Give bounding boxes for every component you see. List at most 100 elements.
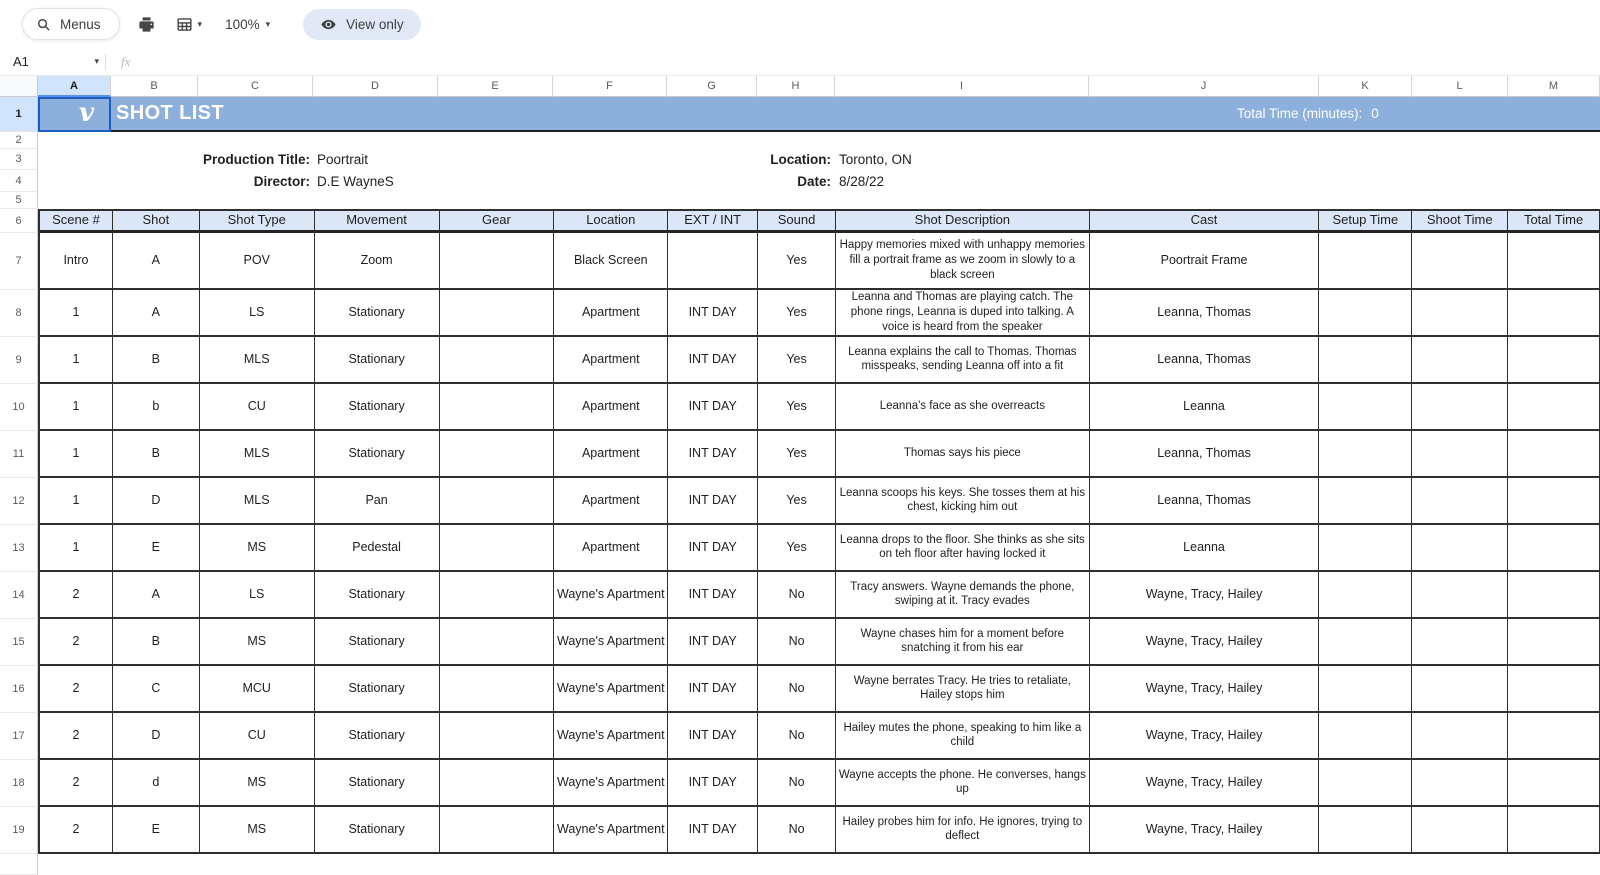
cell-total-time[interactable]: [1508, 233, 1600, 290]
column-header-G[interactable]: G: [667, 76, 757, 97]
row-header-7[interactable]: 7: [0, 233, 38, 290]
cell-cast[interactable]: Leanna, Thomas: [1090, 478, 1320, 525]
cell-location[interactable]: Wayne's Apartment: [554, 619, 668, 666]
row-header-3[interactable]: 3: [0, 149, 38, 170]
cell-gear[interactable]: [440, 431, 555, 478]
cell-shot[interactable]: B: [113, 337, 200, 384]
cell-setup-time[interactable]: [1319, 478, 1412, 525]
column-header-M[interactable]: M: [1508, 76, 1600, 97]
cell-shoot-time[interactable]: [1412, 290, 1508, 337]
cell-ext-int[interactable]: INT DAY: [668, 572, 758, 619]
cell-cast[interactable]: Leanna, Thomas: [1090, 337, 1320, 384]
cell-setup-time[interactable]: [1319, 525, 1412, 572]
row-header-1[interactable]: 1: [0, 97, 38, 132]
cell-location[interactable]: Apartment: [554, 431, 668, 478]
cell-cast[interactable]: Wayne, Tracy, Hailey: [1090, 666, 1320, 713]
cell-shot-type[interactable]: MCU: [200, 666, 315, 713]
cell-movement[interactable]: Pedestal: [315, 525, 440, 572]
cell-shot-type[interactable]: MS: [200, 760, 315, 807]
cell-ext-int[interactable]: INT DAY: [668, 431, 758, 478]
cell-gear[interactable]: [440, 525, 555, 572]
cell-gear[interactable]: [440, 572, 555, 619]
cell-shot-type[interactable]: MLS: [200, 431, 315, 478]
table-header-scene[interactable]: Scene #: [40, 211, 113, 233]
table-header-ext-int[interactable]: EXT / INT: [668, 211, 758, 233]
cell-shot[interactable]: A: [113, 233, 200, 290]
cell-scene[interactable]: 1: [40, 290, 113, 337]
cell-sound[interactable]: Yes: [758, 233, 836, 290]
cell-cast[interactable]: Poortrait Frame: [1090, 233, 1320, 290]
cell-setup-time[interactable]: [1319, 666, 1412, 713]
cell-description[interactable]: Leanna scoops his keys. She tosses them …: [836, 478, 1090, 525]
cell-shoot-time[interactable]: [1412, 525, 1508, 572]
cell-scene[interactable]: 2: [40, 572, 113, 619]
cell-location[interactable]: Wayne's Apartment: [554, 713, 668, 760]
cell-scene[interactable]: 2: [40, 807, 113, 854]
row-header-17[interactable]: 17: [0, 713, 38, 760]
cell-sound[interactable]: Yes: [758, 431, 836, 478]
cell-total-time[interactable]: [1508, 619, 1600, 666]
cell-cast[interactable]: Wayne, Tracy, Hailey: [1090, 572, 1320, 619]
cell-ext-int[interactable]: INT DAY: [668, 807, 758, 854]
cell-setup-time[interactable]: [1319, 619, 1412, 666]
cell-cast[interactable]: Wayne, Tracy, Hailey: [1090, 713, 1320, 760]
cell-description[interactable]: Tracy answers. Wayne demands the phone, …: [836, 572, 1090, 619]
cell-total-time[interactable]: [1508, 478, 1600, 525]
cell-total-time[interactable]: [1508, 572, 1600, 619]
cell-location[interactable]: Apartment: [554, 478, 668, 525]
cell-shot[interactable]: E: [113, 807, 200, 854]
cell-shoot-time[interactable]: [1412, 337, 1508, 384]
column-header-I[interactable]: I: [835, 76, 1089, 97]
column-header-H[interactable]: H: [757, 76, 835, 97]
cell-ext-int[interactable]: [668, 233, 758, 290]
cell-movement[interactable]: Stationary: [315, 431, 440, 478]
cell-total-time[interactable]: [1508, 337, 1600, 384]
cell-description[interactable]: Wayne berrates Tracy. He tries to retali…: [836, 666, 1090, 713]
cell-location[interactable]: Apartment: [554, 290, 668, 337]
cell-location[interactable]: Wayne's Apartment: [554, 760, 668, 807]
cell-scene[interactable]: 1: [40, 431, 113, 478]
cell-description[interactable]: Hailey probes him for info. He ignores, …: [836, 807, 1090, 854]
cell-setup-time[interactable]: [1319, 233, 1412, 290]
row-header-18[interactable]: 18: [0, 760, 38, 807]
table-header-movement[interactable]: Movement: [315, 211, 440, 233]
cell-ext-int[interactable]: INT DAY: [668, 337, 758, 384]
cell-location[interactable]: Apartment: [554, 384, 668, 431]
cell-movement[interactable]: Stationary: [315, 713, 440, 760]
cell-shot[interactable]: B: [113, 431, 200, 478]
row-header-2[interactable]: 2: [0, 132, 38, 149]
cell-shot[interactable]: A: [113, 572, 200, 619]
cell-description[interactable]: Thomas says his piece: [836, 431, 1090, 478]
column-header-E[interactable]: E: [438, 76, 553, 97]
table-header-gear[interactable]: Gear: [440, 211, 555, 233]
cell-shot[interactable]: A: [113, 290, 200, 337]
cell-cast[interactable]: Wayne, Tracy, Hailey: [1090, 619, 1320, 666]
cell-sound[interactable]: No: [758, 713, 836, 760]
cell-ext-int[interactable]: INT DAY: [668, 290, 758, 337]
cell-movement[interactable]: Zoom: [315, 233, 440, 290]
cell-location[interactable]: Black Screen: [554, 233, 668, 290]
cell-total-time[interactable]: [1508, 760, 1600, 807]
cell-ext-int[interactable]: INT DAY: [668, 478, 758, 525]
row-header-4[interactable]: 4: [0, 170, 38, 192]
cell-scene[interactable]: 2: [40, 713, 113, 760]
table-header-cast[interactable]: Cast: [1090, 211, 1320, 233]
cell-movement[interactable]: Stationary: [315, 760, 440, 807]
table-header-total-time[interactable]: Total Time: [1508, 211, 1600, 233]
cell-location[interactable]: Apartment: [554, 337, 668, 384]
row-header-15[interactable]: 15: [0, 619, 38, 666]
director-value[interactable]: D.E WayneS: [317, 171, 394, 193]
cell-cast[interactable]: Wayne, Tracy, Hailey: [1090, 760, 1320, 807]
cell-shot-type[interactable]: LS: [200, 572, 315, 619]
row-header-19[interactable]: 19: [0, 807, 38, 854]
cell-total-time[interactable]: [1508, 713, 1600, 760]
row-header-6[interactable]: 6: [0, 209, 38, 233]
row-header-9[interactable]: 9: [0, 337, 38, 384]
row-header-8[interactable]: 8: [0, 290, 38, 337]
cell-shot-type[interactable]: LS: [200, 290, 315, 337]
cell-sound[interactable]: Yes: [758, 384, 836, 431]
cell-sound[interactable]: No: [758, 760, 836, 807]
menus-button[interactable]: Menus: [22, 8, 120, 40]
cell-gear[interactable]: [440, 337, 555, 384]
row-header-13[interactable]: 13: [0, 525, 38, 572]
